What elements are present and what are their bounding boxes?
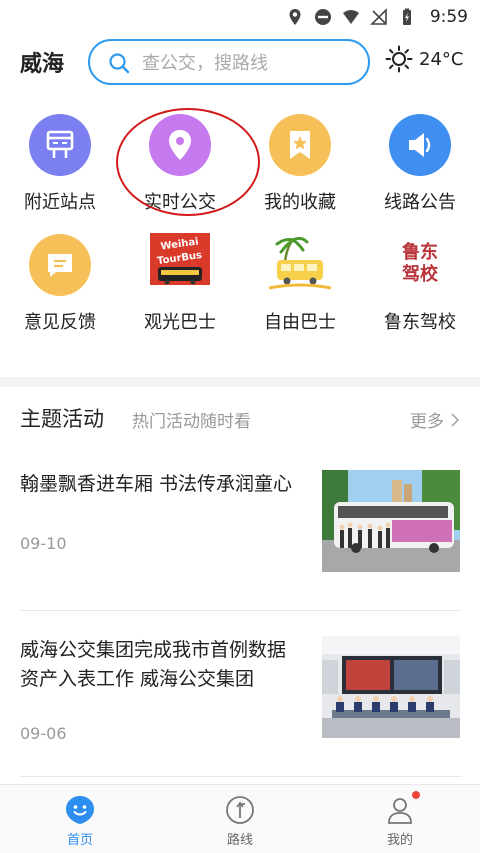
grid-item-label: 鲁东驾校 (384, 312, 456, 333)
section-divider (0, 377, 480, 387)
bus-stop-icon (29, 114, 91, 176)
driving-school-logo: 鲁东 驾校 (384, 232, 456, 296)
grid-item-sightseeing-bus[interactable]: Weihai TourBus 观光巴士 (120, 228, 240, 348)
header: 威海 24°C (0, 36, 480, 88)
grid-item-nearby-stops[interactable]: 附近站点 (0, 108, 120, 228)
grid-item-free-bus[interactable]: 自由巴士 (240, 228, 360, 348)
section-title: 主题活动 (20, 407, 104, 431)
do-not-disturb-icon (314, 9, 331, 25)
search-input[interactable] (142, 49, 352, 77)
driving-school-logo-line2: 驾校 (402, 264, 438, 285)
free-bus-logo (264, 232, 336, 296)
bottom-navigation: 首页 路线 我的 (0, 784, 480, 853)
nav-routes[interactable]: 路线 (160, 785, 320, 853)
no-signal-icon (369, 8, 387, 25)
news-item[interactable]: 翰墨飘香进车厢 书法传承润童心 09-10 (20, 470, 460, 572)
grid-item-label: 自由巴士 (264, 312, 336, 333)
nav-home-label: 首页 (66, 833, 93, 848)
grid-item-route-notices[interactable]: 线路公告 (360, 108, 480, 228)
section-subtitle: 热门活动随时看 (132, 412, 251, 432)
news-date: 09-06 (20, 724, 67, 743)
list-separator (20, 610, 462, 611)
list-separator (20, 776, 462, 777)
section-header: 主题活动 热门活动随时看 更多 (20, 403, 460, 435)
news-thumbnail (322, 470, 460, 572)
chevron-right-icon (451, 412, 460, 427)
more-link[interactable]: 更多 (410, 407, 460, 432)
news-thumbnail (322, 636, 460, 738)
temperature: 24°C (419, 48, 464, 70)
status-time: 9:59 (429, 7, 468, 27)
news-title: 翰墨飘香进车厢 书法传承润童心 (20, 473, 293, 495)
search-icon (109, 53, 130, 74)
search-bar[interactable] (88, 39, 370, 85)
nav-profile[interactable]: 我的 (320, 785, 480, 853)
wifi-icon (342, 10, 359, 24)
news-date: 09-10 (20, 534, 67, 553)
grid-item-feedback[interactable]: 意见反馈 (0, 228, 120, 348)
grid-item-label: 线路公告 (384, 192, 456, 213)
driving-school-logo-line1: 鲁东 (402, 242, 438, 263)
city-selector[interactable]: 威海 (20, 46, 64, 78)
grid-item-label: 附近站点 (24, 192, 96, 213)
nav-profile-label: 我的 (386, 833, 413, 848)
nav-routes-label: 路线 (226, 833, 253, 848)
news-title: 威海公交集团完成我市首例数据资产入表工作 威海公交集团 (20, 639, 287, 690)
tour-bus-logo: Weihai TourBus (144, 232, 216, 296)
route-icon (226, 796, 254, 824)
grid-item-label: 意见反馈 (24, 312, 96, 333)
message-icon (29, 234, 91, 296)
grid-item-driving-school[interactable]: 鲁东 驾校 鲁东驾校 (360, 228, 480, 348)
location-icon (289, 9, 301, 25)
home-smile-icon (66, 796, 94, 824)
status-bar: 9:59 (0, 0, 480, 34)
user-icon (388, 798, 412, 824)
weather-widget[interactable]: 24°C (385, 45, 463, 73)
news-item[interactable]: 威海公交集团完成我市首例数据资产入表工作 威海公交集团 09-06 (20, 636, 460, 756)
battery-charging-icon (402, 8, 411, 25)
nav-home[interactable]: 首页 (0, 785, 160, 853)
grid-item-label: 观光巴士 (144, 312, 216, 333)
grid-item-label: 我的收藏 (264, 192, 336, 213)
notification-badge (412, 791, 420, 799)
sun-icon (385, 45, 413, 73)
highlight-annotation (116, 108, 260, 216)
star-bookmark-icon (269, 114, 331, 176)
megaphone-icon (389, 114, 451, 176)
more-label: 更多 (410, 412, 444, 432)
